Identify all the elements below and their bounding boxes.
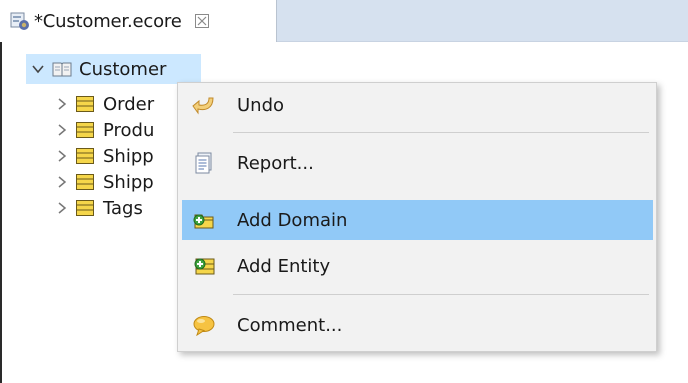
eclass-icon <box>76 96 94 112</box>
tree-item-label: Shipp <box>103 145 154 167</box>
tree-item-label: Produ <box>103 119 155 141</box>
tree-item-label: Tags <box>103 197 143 219</box>
menu-separator <box>233 132 649 133</box>
menu-separator <box>233 294 649 295</box>
menu-item-comment[interactable]: Comment... <box>182 305 653 345</box>
chevron-right-icon[interactable] <box>54 174 70 190</box>
menu-item-label: Report... <box>237 152 314 174</box>
eclass-icon <box>76 200 94 216</box>
add-domain-icon <box>192 208 216 232</box>
tree-item-customer[interactable]: Customer <box>26 54 201 84</box>
close-icon[interactable] <box>194 13 210 29</box>
chevron-right-icon[interactable] <box>54 148 70 164</box>
tree-item-tags[interactable]: Tags <box>54 193 194 223</box>
menu-item-undo[interactable]: Undo <box>182 85 653 125</box>
add-entity-icon <box>192 254 216 278</box>
report-icon <box>192 151 216 175</box>
tree-item-label: Order <box>103 93 155 115</box>
chevron-right-icon[interactable] <box>54 122 70 138</box>
tree-item-label: Customer <box>79 58 167 80</box>
undo-icon <box>192 93 216 117</box>
tree-item-label: Shipp <box>103 171 154 193</box>
package-icon <box>52 62 72 77</box>
context-menu: Undo Report... Add Domain Add Entity Com… <box>177 82 657 352</box>
menu-item-label: Add Domain <box>237 209 348 231</box>
chevron-right-icon[interactable] <box>54 200 70 216</box>
ecore-file-icon <box>10 12 29 30</box>
menu-item-label: Add Entity <box>237 255 331 277</box>
eclass-icon <box>76 148 94 164</box>
menu-item-label: Comment... <box>237 314 343 336</box>
editor-tab-bar: *Customer.ecore <box>0 0 688 42</box>
eclass-icon <box>76 122 94 138</box>
tab-customer-ecore[interactable]: *Customer.ecore <box>0 0 277 42</box>
comment-icon <box>192 313 216 337</box>
chevron-down-icon[interactable] <box>30 61 46 77</box>
eclass-icon <box>76 174 94 190</box>
tab-label: *Customer.ecore <box>34 10 182 32</box>
menu-item-add-domain[interactable]: Add Domain <box>182 200 653 240</box>
menu-item-label: Undo <box>237 94 285 116</box>
menu-item-add-entity[interactable]: Add Entity <box>182 246 653 286</box>
menu-item-report[interactable]: Report... <box>182 143 653 183</box>
chevron-right-icon[interactable] <box>54 96 70 112</box>
